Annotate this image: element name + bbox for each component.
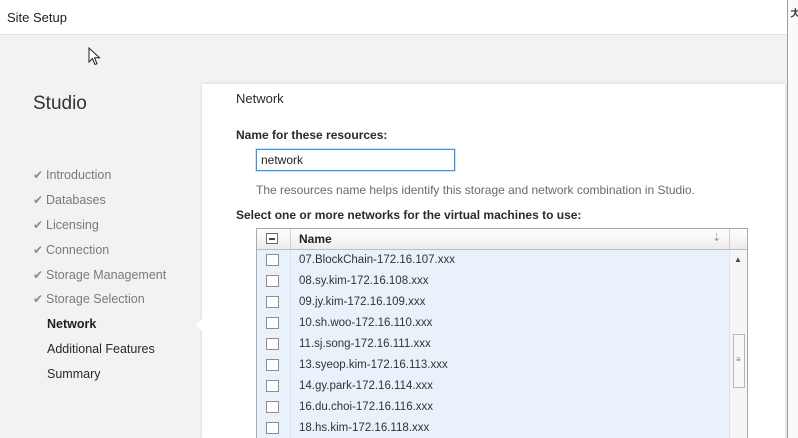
nav-item-additional-features[interactable]: Additional Features xyxy=(47,342,155,356)
row-checkbox[interactable] xyxy=(266,317,279,329)
scroll-up-arrow-icon[interactable]: ▲ xyxy=(734,255,742,264)
checkmark-icon: ✔ xyxy=(33,268,44,282)
network-name: 16.du.choi-172.16.116.xxx xyxy=(299,401,434,413)
table-row[interactable]: 13.syeop.kim-172.16.113.xxx xyxy=(257,355,729,377)
window-title: Site Setup xyxy=(7,10,67,25)
network-name: 11.sj.song-172.16.111.xxx xyxy=(299,338,431,350)
checkmark-icon: ✔ xyxy=(33,218,44,232)
background-text: ㅊ xyxy=(788,0,798,438)
nav-item-introduction[interactable]: ✔ Introduction xyxy=(33,168,111,182)
nav-item-summary[interactable]: Summary xyxy=(47,367,100,381)
select-all-cell xyxy=(257,229,291,249)
nav-item-label: Storage Management xyxy=(46,268,167,282)
nav-item-storage-selection[interactable]: ✔ Storage Selection xyxy=(33,292,145,306)
column-divider xyxy=(290,355,291,376)
networks-grid: Name ⇣ 07.BlockChain-172.16.107.xxx 08.s… xyxy=(256,228,748,438)
resource-name-input[interactable] xyxy=(256,149,455,171)
table-row[interactable]: 18.hs.kim-172.16.118.xxx xyxy=(257,418,729,438)
row-checkbox[interactable] xyxy=(266,401,279,413)
select-all-checkbox[interactable] xyxy=(266,233,278,244)
column-divider xyxy=(290,397,291,418)
nav-item-label: Storage Selection xyxy=(46,292,145,306)
checkmark-icon: ✔ xyxy=(33,243,44,257)
table-row[interactable]: 08.sy.kim-172.16.108.xxx xyxy=(257,271,729,293)
network-name: 10.sh.woo-172.16.110.xxx xyxy=(299,317,433,329)
networks-label: Select one or more networks for the virt… xyxy=(236,208,582,222)
row-checkbox[interactable] xyxy=(266,338,279,350)
nav-item-network[interactable]: Network xyxy=(47,317,96,331)
row-checkbox[interactable] xyxy=(266,422,279,434)
network-name: 14.gy.park-172.16.114.xxx xyxy=(299,380,433,392)
nav-item-label: Connection xyxy=(46,243,110,257)
nav-item-connection[interactable]: ✔ Connection xyxy=(33,243,109,257)
active-step-pointer xyxy=(196,318,203,332)
table-row[interactable]: 07.BlockChain-172.16.107.xxx xyxy=(257,250,729,272)
grid-vertical-scrollbar[interactable]: ▲ ≡ xyxy=(729,250,747,438)
nav-item-licensing[interactable]: ✔ Licensing xyxy=(33,218,99,232)
nav-item-label: Introduction xyxy=(46,168,112,182)
column-divider xyxy=(290,334,291,355)
nav-item-label: Databases xyxy=(46,193,106,207)
mouse-cursor-icon xyxy=(88,47,101,66)
studio-title: Studio xyxy=(33,93,87,114)
network-name: 08.sy.kim-172.16.108.xxx xyxy=(299,275,429,287)
row-checkbox[interactable] xyxy=(266,275,279,287)
row-checkbox[interactable] xyxy=(266,254,279,266)
column-divider xyxy=(290,418,291,438)
nav-item-label: Licensing xyxy=(46,218,99,232)
section-title: Network xyxy=(236,91,284,106)
network-name: 09.jy.kim-172.16.109.xxx xyxy=(299,296,426,308)
resource-name-label: Name for these resources: xyxy=(236,128,388,142)
table-row[interactable]: 16.du.choi-172.16.116.xxx xyxy=(257,397,729,419)
checkmark-icon: ✔ xyxy=(33,193,44,207)
resource-name-help: The resources name helps identify this s… xyxy=(256,183,695,197)
network-name: 07.BlockChain-172.16.107.xxx xyxy=(299,254,455,266)
table-row[interactable]: 09.jy.kim-172.16.109.xxx xyxy=(257,292,729,314)
column-divider xyxy=(290,313,291,334)
table-row[interactable]: 11.sj.song-172.16.111.xxx xyxy=(257,334,729,356)
table-row[interactable]: 10.sh.woo-172.16.110.xxx xyxy=(257,313,729,335)
grid-header: Name ⇣ xyxy=(257,229,747,250)
title-bar[interactable]: Site Setup xyxy=(0,0,787,35)
row-checkbox[interactable] xyxy=(266,296,279,308)
nav-item-databases[interactable]: ✔ Databases xyxy=(33,193,106,207)
column-divider xyxy=(290,376,291,397)
scrollbar-thumb[interactable]: ≡ xyxy=(733,334,745,388)
column-divider xyxy=(290,292,291,313)
sort-arrow-icon[interactable]: ⇣ xyxy=(712,231,721,244)
checkmark-icon: ✔ xyxy=(33,168,44,182)
row-checkbox[interactable] xyxy=(266,380,279,392)
row-checkbox[interactable] xyxy=(266,359,279,371)
header-scroll-cap xyxy=(729,229,747,249)
column-divider xyxy=(290,250,291,271)
network-name: 13.syeop.kim-172.16.113.xxx xyxy=(299,359,448,371)
network-name: 18.hs.kim-172.16.118.xxx xyxy=(299,422,430,434)
nav-item-storage-management[interactable]: ✔ Storage Management xyxy=(33,268,166,282)
table-row[interactable]: 14.gy.park-172.16.114.xxx xyxy=(257,376,729,398)
scrollbar-grip-icon: ≡ xyxy=(736,355,741,364)
column-divider xyxy=(290,271,291,292)
column-header-name[interactable]: Name xyxy=(299,232,332,246)
checkmark-icon: ✔ xyxy=(33,292,44,306)
